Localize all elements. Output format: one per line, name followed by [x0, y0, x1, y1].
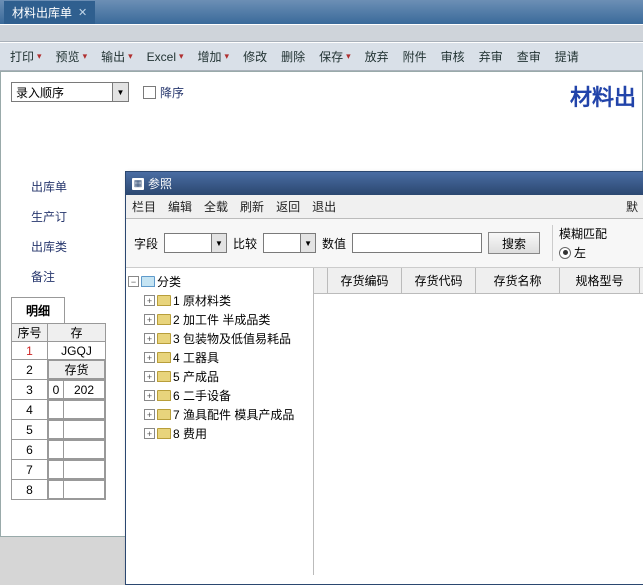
menu-save[interactable]: 保存▾ [313, 46, 357, 67]
col-sub-inv: 存货 [49, 361, 105, 379]
tree-item[interactable]: +4 工器具 [144, 348, 311, 367]
row-selector-col [314, 268, 328, 293]
popup-menu-columns[interactable]: 栏目 [132, 198, 156, 215]
app-tab[interactable]: 材料出库单 ✕ [4, 1, 95, 24]
menu-review[interactable]: 查审 [511, 46, 547, 67]
entry-mode-combo[interactable]: ▼ [11, 82, 129, 102]
menu-add[interactable]: 增加▾ [192, 46, 236, 67]
menu-modify[interactable]: 修改 [237, 46, 273, 67]
menu-bar: 打印▾ 预览▾ 输出▾ Excel▾ 增加▾ 修改 删除 保存▾ 放弃 附件 审… [0, 42, 643, 71]
table-row: 6 [12, 440, 106, 460]
category-tree[interactable]: − 分类 +1 原材料类+2 加工件 半成品类+3 包装物及低值易耗品+4 工器… [126, 268, 314, 575]
chevron-down-icon[interactable]: ▼ [211, 234, 226, 252]
expand-icon[interactable]: + [144, 390, 155, 401]
table-row: 7 [12, 460, 106, 480]
menu-submit[interactable]: 提请 [549, 46, 585, 67]
folder-icon [157, 295, 171, 306]
table-row: 4 [12, 400, 106, 420]
form-labels: 出库单 生产订 出库类 备注 [31, 172, 67, 292]
folder-icon [157, 333, 171, 344]
popup-menu-right[interactable]: 默 [626, 198, 638, 215]
field-combo[interactable]: ▼ [164, 233, 227, 253]
dialog-title: 参照 [148, 175, 172, 192]
entry-mode-input[interactable] [12, 83, 112, 101]
popup-menu-back[interactable]: 返回 [276, 198, 300, 215]
table-row: 8 [12, 480, 106, 500]
field-label: 字段 [134, 235, 158, 252]
compare-combo[interactable]: ▼ [263, 233, 316, 253]
menu-approve[interactable]: 审核 [435, 46, 471, 67]
folder-open-icon [141, 276, 155, 287]
col-inv-name[interactable]: 存货名称 [476, 268, 560, 293]
menu-excel[interactable]: Excel▾ [141, 46, 190, 67]
folder-icon [157, 371, 171, 382]
expand-icon[interactable]: + [144, 371, 155, 382]
tree-root-label[interactable]: 分类 [157, 273, 181, 290]
chevron-down-icon[interactable]: ▼ [112, 83, 128, 101]
desc-checkbox[interactable] [143, 86, 156, 99]
value-label: 数值 [322, 235, 346, 252]
menu-abandon[interactable]: 放弃 [359, 46, 395, 67]
expand-icon[interactable]: + [144, 314, 155, 325]
expand-icon[interactable]: + [144, 295, 155, 306]
tree-item[interactable]: +2 加工件 半成品类 [144, 310, 311, 329]
col-inv: 存 [48, 324, 106, 342]
table-row: 3 0202 [12, 380, 106, 400]
tree-item[interactable]: +5 产成品 [144, 367, 311, 386]
desc-label: 降序 [160, 84, 184, 101]
expand-icon[interactable]: + [144, 352, 155, 363]
menu-delete[interactable]: 删除 [275, 46, 311, 67]
tree-item[interactable]: +8 费用 [144, 424, 311, 443]
col-seq: 序号 [12, 324, 48, 342]
compare-label: 比较 [233, 235, 257, 252]
popup-menu-loadall[interactable]: 全载 [204, 198, 228, 215]
popup-menu-edit[interactable]: 编辑 [168, 198, 192, 215]
col-inv-code[interactable]: 存货编码 [328, 268, 402, 293]
table-row: 5 [12, 420, 106, 440]
collapse-icon[interactable]: − [128, 276, 139, 287]
tab-title: 材料出库单 [12, 4, 72, 21]
detail-grid[interactable]: 序号存 1JGQJ 2 存货 3 0202 4 5 6 [11, 323, 106, 500]
table-row: 2 存货 [12, 360, 106, 380]
popup-menu-refresh[interactable]: 刷新 [240, 198, 264, 215]
menu-preview[interactable]: 预览▾ [50, 46, 94, 67]
menu-print[interactable]: 打印▾ [4, 46, 48, 67]
toolbar-gap [0, 24, 643, 42]
tab-detail[interactable]: 明细 [11, 297, 65, 323]
tree-item[interactable]: +7 渔具配件 模具产成品 [144, 405, 311, 424]
folder-icon [157, 352, 171, 363]
list-header: 存货编码 存货代码 存货名称 规格型号 [314, 268, 643, 294]
col-spec[interactable]: 规格型号 [560, 268, 640, 293]
dialog-title-bar[interactable]: ▦ 参照 [126, 172, 643, 195]
tree-item[interactable]: +3 包装物及低值易耗品 [144, 329, 311, 348]
folder-icon [157, 314, 171, 325]
left-radio[interactable] [559, 247, 571, 259]
table-row: 1JGQJ [12, 342, 106, 360]
tree-item[interactable]: +6 二手设备 [144, 386, 311, 405]
popup-menu-exit[interactable]: 退出 [312, 198, 336, 215]
page-title: 材料出 [570, 80, 636, 112]
reference-icon: ▦ [132, 178, 144, 190]
close-icon[interactable]: ✕ [78, 6, 87, 19]
folder-icon [157, 390, 171, 401]
reference-dialog: ▦ 参照 栏目 编辑 全载 刷新 返回 退出 默 字段 ▼ 比较 ▼ 数值 搜索 [125, 171, 643, 585]
chevron-down-icon[interactable]: ▼ [300, 234, 315, 252]
value-input[interactable] [352, 233, 482, 253]
tree-item[interactable]: +1 原材料类 [144, 291, 311, 310]
menu-export[interactable]: 输出▾ [95, 46, 139, 67]
fuzzy-label: 模糊匹配 [559, 225, 607, 242]
menu-attach[interactable]: 附件 [397, 46, 433, 67]
expand-icon[interactable]: + [144, 409, 155, 420]
menu-unapprove[interactable]: 弃审 [473, 46, 509, 67]
expand-icon[interactable]: + [144, 333, 155, 344]
expand-icon[interactable]: + [144, 428, 155, 439]
search-button[interactable]: 搜索 [488, 232, 540, 254]
folder-icon [157, 428, 171, 439]
left-label: 左 [574, 244, 586, 261]
col-inv-id[interactable]: 存货代码 [402, 268, 476, 293]
folder-icon [157, 409, 171, 420]
